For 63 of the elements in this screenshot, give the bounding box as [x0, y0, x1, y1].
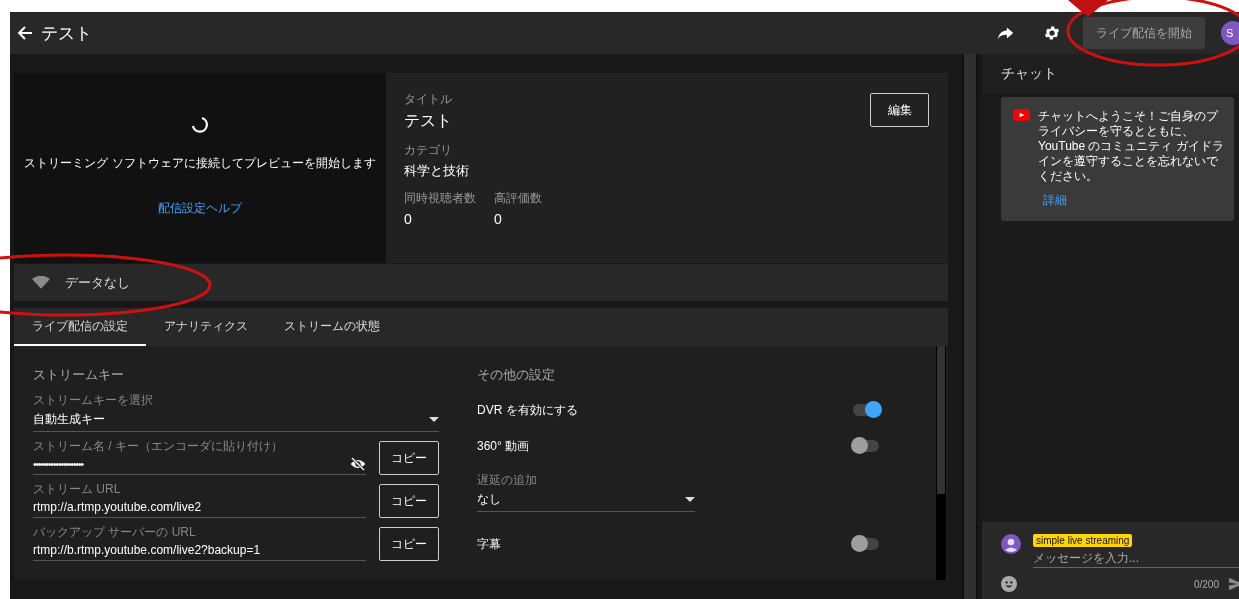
- field-label: ストリーム URL: [33, 481, 122, 498]
- text-field[interactable]: バックアップ サーバーの URL rtmp://b.rtmp.youtube.com/live2?backup=1: [33, 524, 366, 561]
- field-label: バックアップ サーバーの URL: [33, 524, 197, 541]
- preview-message: ストリーミング ソフトウェアに接続してプレビューを開始します: [24, 155, 376, 172]
- text-field[interactable]: ストリーム URL rtmp://a.rtmp.youtube.com/live2: [33, 481, 366, 518]
- field-value: rtmp://a.rtmp.youtube.com/live2: [33, 500, 202, 514]
- hidden-eye-icon[interactable]: [350, 457, 366, 471]
- field-label: 遅延の追加: [477, 472, 538, 489]
- health-status: データなし: [65, 273, 130, 292]
- send-icon[interactable]: [1229, 577, 1239, 591]
- settings-icon[interactable]: [1043, 24, 1061, 42]
- field-value: なし: [477, 491, 501, 508]
- section-heading: その他の設定: [477, 366, 556, 384]
- avatar[interactable]: S: [1221, 21, 1239, 45]
- field-value: 科学と技術: [404, 162, 470, 180]
- welcome-message: チャットへようこそ！ご自身のプライバシーを守るとともに、YouTube のコミュニティ ガイドラインを遵守することを忘れないでください。: [1038, 109, 1225, 184]
- field-value: rtmp://b.rtmp.youtube.com/live2?backup=1: [33, 543, 261, 557]
- field-value: 自動生成キー: [33, 411, 105, 428]
- field-value: テスト: [404, 111, 453, 131]
- character-counter: 0/200: [1193, 578, 1219, 590]
- chat-title: チャット: [1001, 64, 1057, 83]
- field-label: ストリーム名 / キー（エンコーダに貼り付け）: [33, 438, 284, 455]
- annotation-arrow: [1068, 0, 1108, 17]
- scrollbar[interactable]: [936, 346, 946, 580]
- text-field[interactable]: ストリーム名 / キー（エンコーダに貼り付け） ••••••••••••••••••••: [33, 438, 366, 475]
- stat-label: 高評価数: [494, 190, 542, 207]
- user-avatar-icon: [1001, 534, 1021, 554]
- details-link[interactable]: 詳細: [1043, 192, 1228, 209]
- tab[interactable]: アナリティクス: [146, 308, 266, 346]
- toggle-switch[interactable]: [853, 404, 879, 416]
- toggle-switch[interactable]: [853, 538, 879, 550]
- copy-button[interactable]: コピー: [379, 484, 439, 518]
- field-value: ••••••••••••••••••••: [33, 458, 84, 470]
- copy-button[interactable]: コピー: [379, 441, 439, 475]
- start-live-button[interactable]: ライブ配信を開始: [1083, 17, 1205, 49]
- tab[interactable]: ストリームの状態: [266, 308, 398, 346]
- page-title: テスト: [41, 22, 92, 45]
- emoji-icon[interactable]: [1001, 576, 1017, 592]
- setting-label: DVR を有効にする: [477, 401, 578, 419]
- dropdown-caret-icon: [429, 417, 439, 422]
- stat-value: 0: [494, 211, 503, 227]
- toggle-switch[interactable]: [853, 440, 879, 452]
- stat-value: 0: [404, 211, 413, 227]
- edit-button[interactable]: 編集: [870, 93, 929, 127]
- dropdown-field[interactable]: ストリームキーを選択 自動生成キー: [33, 392, 439, 432]
- stat-label: 同時視聴者数: [404, 190, 476, 207]
- scrollbar[interactable]: [962, 54, 978, 599]
- message-input[interactable]: メッセージを入力...: [1033, 547, 1239, 568]
- loading-spinner-icon: [190, 115, 210, 135]
- field-label: ストリームキーを選択: [33, 392, 154, 409]
- back-icon[interactable]: [17, 25, 33, 41]
- field-label: タイトル: [404, 91, 453, 108]
- section-heading: ストリームキー: [33, 366, 125, 384]
- help-link[interactable]: 配信設定ヘルプ: [158, 200, 242, 217]
- setting-label: 360° 動画: [477, 437, 530, 455]
- dropdown-caret-icon: [685, 497, 695, 502]
- user-name-tag: simple live streaming: [1033, 534, 1133, 547]
- setting-label: 字幕: [477, 535, 501, 553]
- field-label: カテゴリ: [404, 142, 453, 159]
- copy-button[interactable]: コピー: [379, 527, 439, 561]
- dropdown-field[interactable]: 遅延の追加 なし: [477, 472, 695, 512]
- play-logo-icon: [1013, 109, 1030, 121]
- signal-icon: [32, 276, 50, 289]
